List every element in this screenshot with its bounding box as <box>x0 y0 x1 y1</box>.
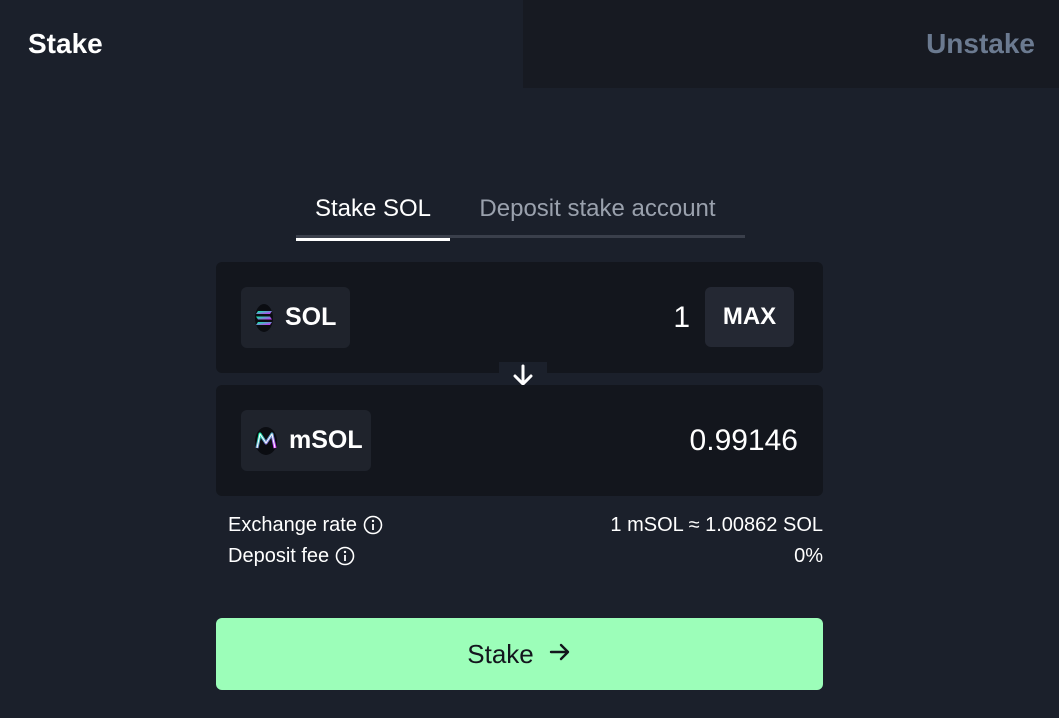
tab-unstake[interactable]: Unstake <box>523 0 1059 88</box>
solana-logo-icon <box>255 303 273 332</box>
tab-deposit-stake-account[interactable]: Deposit stake account <box>450 180 745 238</box>
msol-logo-icon <box>255 426 277 455</box>
tab-stake-sol[interactable]: Stake SOL <box>296 180 450 241</box>
deposit-fee-row: Deposit fee 0% <box>228 543 823 569</box>
to-token-label: mSOL <box>289 426 363 454</box>
deposit-fee-label: Deposit fee <box>228 544 330 567</box>
arrow-right-icon <box>548 639 572 670</box>
from-token-label: SOL <box>285 303 337 331</box>
to-amount-value: 0.99146 <box>689 423 798 457</box>
from-amount-input[interactable]: 1 <box>673 262 690 373</box>
from-token-selector[interactable]: SOL <box>241 287 350 348</box>
exchange-rate-label: Exchange rate <box>228 513 357 536</box>
to-token-box: mSOL 0.99146 <box>216 385 823 496</box>
deposit-fee-label-group: Deposit fee <box>228 545 355 568</box>
deposit-fee-value: 0% <box>794 544 823 567</box>
stake-button[interactable]: Stake <box>216 618 823 690</box>
to-token-selector[interactable]: mSOL <box>241 410 371 471</box>
info-icon[interactable] <box>363 515 383 535</box>
exchange-rate-row: Exchange rate 1 mSOL ≈ 1.00862 SOL <box>228 512 823 538</box>
tab-stake[interactable]: Stake <box>0 0 523 88</box>
stake-button-label: Stake <box>467 638 534 669</box>
mode-tabs: Stake Unstake <box>0 0 1059 88</box>
exchange-rate-value: 1 mSOL ≈ 1.00862 SOL <box>610 513 823 536</box>
max-button[interactable]: MAX <box>705 287 794 347</box>
from-token-box: SOL 1 MAX <box>216 262 823 373</box>
sub-tabs: Stake SOL Deposit stake account <box>296 180 745 241</box>
info-icon[interactable] <box>335 546 355 566</box>
exchange-rate-label-group: Exchange rate <box>228 514 383 537</box>
stake-page: Stake Unstake Stake SOL Deposit stake ac… <box>0 0 1059 718</box>
